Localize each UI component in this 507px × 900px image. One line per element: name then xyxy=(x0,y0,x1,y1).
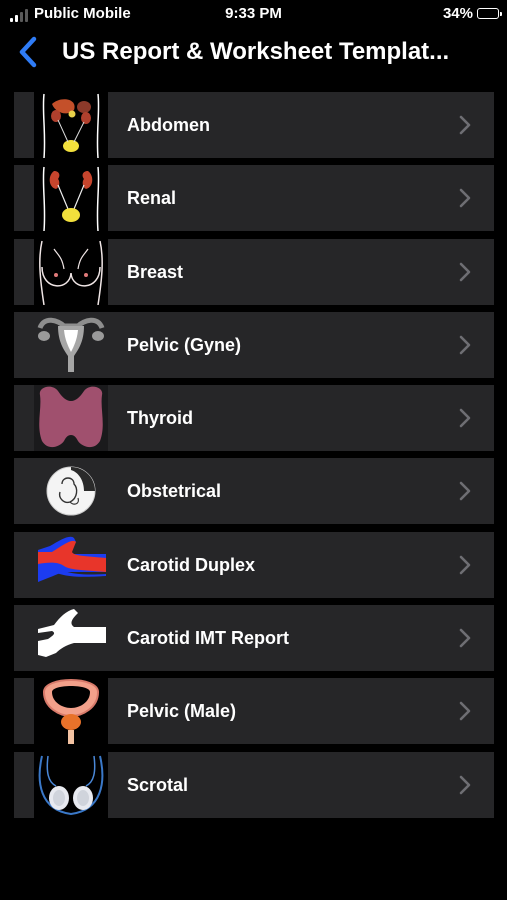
list-item-obstetrical[interactable]: Obstetrical xyxy=(14,458,494,525)
status-bar: Public Mobile 9:33 PM 34% xyxy=(0,0,507,28)
chevron-right-icon xyxy=(459,262,471,281)
list-item-label: Pelvic (Gyne) xyxy=(127,334,242,355)
clock: 9:33 PM xyxy=(225,5,282,22)
list-item-label: Obstetrical xyxy=(127,481,222,502)
list-item-abdomen[interactable]: Abdomen xyxy=(14,92,494,158)
scrotum-icon xyxy=(34,751,108,818)
breast-icon xyxy=(34,238,108,305)
carotid-imt-icon xyxy=(34,605,108,672)
chevron-right-icon xyxy=(459,188,471,208)
kidney-icon xyxy=(34,165,108,232)
list-item-label: Breast xyxy=(127,261,184,282)
list-item-label: Thyroid xyxy=(127,408,193,429)
chevron-right-icon xyxy=(459,335,471,355)
list-item-thyroid[interactable]: Thyroid xyxy=(14,385,494,452)
thyroid-icon xyxy=(34,385,108,452)
list-item-carotid-duplex[interactable]: Carotid Duplex xyxy=(14,531,494,598)
fetus-icon xyxy=(34,458,108,525)
chevron-right-icon xyxy=(459,115,471,135)
carotid-duplex-icon xyxy=(34,531,108,598)
chevron-right-icon xyxy=(459,408,471,428)
chevron-right-icon xyxy=(459,482,471,501)
battery-icon xyxy=(477,8,502,19)
list-item-label: Carotid IMT Report xyxy=(127,628,289,649)
list-item-label: Scrotal xyxy=(127,774,189,795)
list-item-pelvic-gyne[interactable]: Pelvic (Gyne) xyxy=(14,311,494,378)
chevron-right-icon xyxy=(459,702,471,721)
list-item-label: Abdomen xyxy=(127,115,210,135)
chevron-right-icon xyxy=(459,628,471,648)
chevron-left-icon xyxy=(19,36,37,68)
prostate-icon xyxy=(34,678,108,745)
battery-status: 34% xyxy=(442,5,502,22)
page-title: US Report & Worksheet Templat... xyxy=(62,38,450,65)
list-item-pelvic-male[interactable]: Pelvic (Male) xyxy=(14,678,494,745)
chevron-right-icon xyxy=(459,775,471,794)
list-item-label: Carotid Duplex xyxy=(127,554,256,575)
battery-percent: 34% xyxy=(442,5,473,22)
list-item-scrotal[interactable]: Scrotal xyxy=(14,751,494,818)
abdomen-icon xyxy=(34,92,108,158)
template-list: Abdomen Renal Breast Pelvic (Gyne) Thyro… xyxy=(14,92,494,825)
list-item-renal[interactable]: Renal xyxy=(14,165,494,232)
chevron-right-icon xyxy=(459,555,471,575)
navigation-bar: US Report & Worksheet Templat... xyxy=(0,28,507,78)
back-button[interactable] xyxy=(14,34,44,70)
list-item-carotid-imt[interactable]: Carotid IMT Report xyxy=(14,605,494,672)
uterus-icon xyxy=(34,311,108,378)
list-item-label: Renal xyxy=(127,188,177,209)
list-item-label: Pelvic (Male) xyxy=(127,701,237,722)
list-item-breast[interactable]: Breast xyxy=(14,238,494,305)
